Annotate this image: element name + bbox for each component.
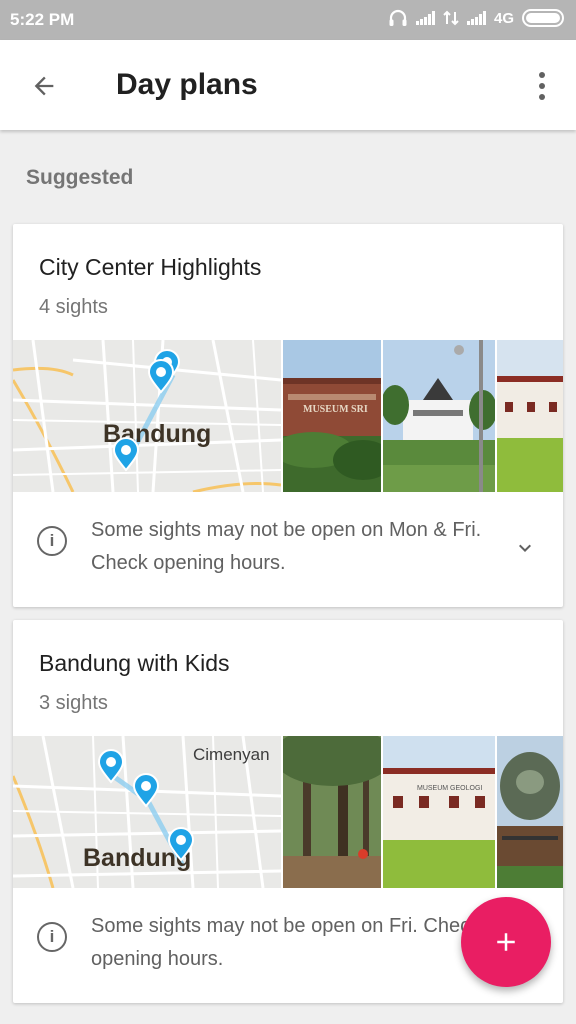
more-options-button[interactable] [530, 66, 554, 106]
map-area-label: Cimenyan [193, 745, 270, 764]
status-icons: 4G [388, 9, 564, 27]
notice-text: Some sights may not be open on Fri. Chec… [91, 915, 481, 970]
network-type: 4G [493, 9, 514, 27]
sight-photo[interactable] [383, 340, 495, 492]
status-time: 5:22 PM [10, 10, 75, 29]
plan-media-strip[interactable]: Cimenyan Bandung MUSEUM GEOLOGI [13, 736, 563, 888]
plan-sights-count: 4 sights [39, 296, 108, 318]
back-arrow-icon [34, 76, 54, 96]
add-plan-button[interactable] [461, 897, 551, 987]
plan-title: Bandung with Kids [39, 650, 230, 676]
sight-photo[interactable]: MUSEUM SRI [283, 340, 381, 492]
app-bar: Day plans [0, 40, 576, 130]
plan-media-strip[interactable]: Bandung MUSEUM SRI [13, 340, 563, 492]
section-heading: Suggested [26, 166, 134, 189]
plan-map[interactable]: Bandung [13, 340, 281, 492]
page-title: Day plans [116, 68, 258, 101]
headset-icon [389, 9, 407, 26]
add-icon [497, 933, 515, 951]
more-vert-icon [539, 72, 545, 100]
sight-photo[interactable] [283, 736, 381, 888]
info-icon: i [37, 922, 67, 952]
day-plan-card[interactable]: City Center Highlights 4 sights Bandung [13, 224, 563, 607]
museum-sign-text: MUSEUM SRI [303, 404, 368, 415]
sight-photo[interactable] [497, 736, 563, 888]
info-icon: i [37, 526, 67, 556]
plan-map[interactable]: Cimenyan Bandung [13, 736, 281, 888]
chevron-down-icon[interactable] [513, 536, 537, 560]
back-button[interactable] [22, 64, 66, 108]
signal-icon-2 [466, 11, 486, 25]
status-bar: 5:22 PM 4G [0, 0, 576, 40]
data-transfer-icon [443, 10, 459, 26]
signal-icon [415, 11, 435, 25]
plan-title: City Center Highlights [39, 254, 262, 280]
sight-photo[interactable] [497, 340, 563, 492]
museum-sign-text: MUSEUM GEOLOGI [417, 785, 482, 792]
plan-sights-count: 3 sights [39, 692, 108, 714]
sight-photo[interactable]: MUSEUM GEOLOGI [383, 736, 495, 888]
opening-hours-notice[interactable]: i Some sights may not be open on Mon & F… [37, 514, 537, 580]
notice-text: Some sights may not be open on Mon & Fri… [91, 519, 482, 574]
battery-icon [522, 9, 564, 27]
